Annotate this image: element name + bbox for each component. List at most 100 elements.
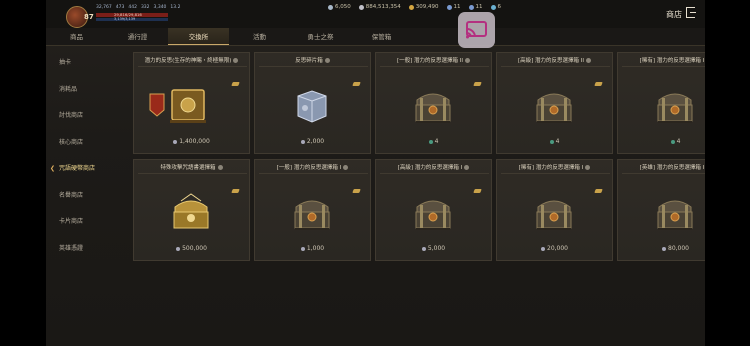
- currency-item: 884,513,354: [358, 4, 401, 10]
- item-title-text: [高級] 潛力的反思選擇箱 I: [397, 165, 463, 171]
- item-price: 4: [376, 138, 491, 145]
- price-value: 500,000: [182, 245, 207, 252]
- currency-bar: 6,050 884,513,354 309,490 11 11 6: [328, 4, 501, 10]
- divider: [138, 173, 247, 174]
- currency-value: 6,050: [335, 4, 351, 10]
- mp-bar: 3,139/3,139: [96, 17, 168, 21]
- currency-item: 11: [468, 4, 483, 10]
- info-icon[interactable]: [233, 58, 239, 63]
- info-icon[interactable]: [585, 165, 591, 170]
- shop-item-card[interactable]: 潛力的反思(生存的神賜・終極無限) 1,400,000: [133, 52, 250, 154]
- tab-products[interactable]: 商品: [46, 28, 107, 45]
- price-value: 4: [434, 138, 439, 145]
- currency-tag-icon: [231, 189, 240, 193]
- sidebar-item-hero-voucher[interactable]: 英雄憑證: [46, 236, 128, 263]
- chest-icon: [532, 86, 576, 126]
- chest-icon: [411, 86, 455, 126]
- divider: [259, 173, 368, 174]
- divider: [259, 66, 368, 67]
- shop-item-card[interactable]: 特殊攻擊咒語書選擇箱 500,000: [133, 159, 250, 261]
- info-icon[interactable]: [464, 165, 470, 170]
- sidebar-item-core-shop[interactable]: 核心商店: [46, 130, 128, 157]
- sidebar-item-spell-coin-shop[interactable]: 咒語硬幣商店: [46, 156, 128, 183]
- tab-exchange[interactable]: 交換所: [168, 28, 229, 45]
- gold-coin-icon: [408, 4, 414, 10]
- sidebar-item-gacha[interactable]: 抽卡: [46, 50, 128, 77]
- shop-title: 商店: [666, 10, 682, 19]
- tab-warrior-festival[interactable]: 勇士之祭: [290, 28, 351, 45]
- currency-item: 11: [446, 4, 461, 10]
- shop-item-card[interactable]: [高級] 潛力的反思選擇箱 II 4: [496, 52, 613, 154]
- price-value: 4: [676, 138, 681, 145]
- silver-coin-icon: [662, 246, 666, 251]
- shop-item-card[interactable]: [高級] 潛力的反思選擇箱 I 5,000: [375, 159, 492, 261]
- box-icon: [290, 86, 334, 126]
- currency-value: 11: [475, 4, 483, 10]
- item-title-text: [一般] 潛力的反思選擇箱 II: [396, 58, 464, 64]
- info-icon[interactable]: [343, 165, 349, 170]
- currency-tag-icon: [594, 189, 603, 193]
- price-value: 1,000: [306, 245, 325, 252]
- shop-tabs: 商品 通行證 交換所 活動 勇士之祭 保管箱: [46, 28, 705, 46]
- shop-item-card[interactable]: [英雄] 潛力的反思選擇箱 I 80,000: [617, 159, 705, 261]
- exit-icon[interactable]: [686, 7, 696, 18]
- item-price: 1,000: [255, 245, 370, 252]
- divider: [380, 66, 489, 67]
- item-price: 1,400,000: [134, 138, 249, 145]
- info-icon[interactable]: [217, 165, 223, 170]
- tab-storage[interactable]: 保管箱: [351, 28, 412, 45]
- info-icon[interactable]: [465, 58, 471, 63]
- stat-value: 13.2: [170, 5, 181, 10]
- item-title: [一般] 潛力的反思選擇箱 II: [376, 56, 491, 64]
- info-icon[interactable]: [586, 58, 592, 63]
- left-letterbox: [0, 0, 46, 346]
- item-title-text: [稀有] 潛力的反思選擇箱 I: [639, 58, 705, 64]
- item-title: [高級] 潛力的反思選擇箱 II: [497, 56, 612, 64]
- item-price: 4: [497, 138, 612, 145]
- shop-item-card[interactable]: [一般] 潛力的反思選擇箱 II 4: [375, 52, 492, 154]
- tab-pass[interactable]: 通行證: [107, 28, 168, 45]
- top-hud: 87 32,767 473 442 332 3,340 13.2 29,816/…: [46, 0, 705, 28]
- shop-item-card[interactable]: 反思碎片箱 2,000: [254, 52, 371, 154]
- item-price: 2,000: [255, 138, 370, 145]
- sidebar-item-conquest-shop[interactable]: 討伐商店: [46, 103, 128, 130]
- item-title-text: [一般] 潛力的反思選擇箱 I: [276, 165, 342, 171]
- stat-value: 3,340: [153, 5, 167, 10]
- silver-coin-icon: [358, 4, 364, 10]
- currency-value: 884,513,354: [365, 4, 401, 10]
- right-letterbox: [705, 0, 750, 346]
- sidebar-item-consumables[interactable]: 消耗品: [46, 77, 128, 104]
- tab-events[interactable]: 活動: [229, 28, 290, 45]
- gem-icon: [328, 4, 333, 10]
- book-icon: [148, 86, 212, 126]
- item-title: 特殊攻擊咒語書選擇箱: [134, 163, 249, 171]
- medal-icon: [490, 4, 496, 10]
- sidebar-item-honor-shop[interactable]: 名譽商店: [46, 183, 128, 210]
- item-title: [稀有] 潛力的反思選擇箱 I: [497, 163, 612, 171]
- info-icon[interactable]: [324, 58, 330, 63]
- stat-value: 473: [115, 5, 125, 10]
- currency-tag-icon: [352, 82, 361, 86]
- item-title: 潛力的反思(生存的神賜・終極無限): [134, 56, 249, 64]
- item-price: 20,000: [497, 245, 612, 252]
- chest-icon: [532, 193, 576, 233]
- currency-tag-icon: [473, 82, 482, 86]
- token-icon: [446, 4, 452, 10]
- chest-icon: [653, 193, 697, 233]
- cast-icon[interactable]: [458, 12, 495, 48]
- price-value: 2,000: [306, 138, 325, 145]
- token-icon: [468, 4, 474, 10]
- shop-item-card[interactable]: [稀有] 潛力的反思選擇箱 I 4: [617, 52, 705, 154]
- item-title: [稀有] 潛力的反思選擇箱 I: [618, 56, 705, 64]
- price-value: 4: [555, 138, 560, 145]
- stat-value: 332: [140, 5, 150, 10]
- stat-value: 32,767: [96, 5, 112, 10]
- price-value: 5,000: [427, 245, 446, 252]
- sidebar-item-card-shop[interactable]: 卡片商店: [46, 209, 128, 236]
- divider: [622, 66, 705, 67]
- item-title: 反思碎片箱: [255, 56, 370, 64]
- shop-item-card[interactable]: [稀有] 潛力的反思選擇箱 I 20,000: [496, 159, 613, 261]
- item-title: [英雄] 潛力的反思選擇箱 I: [618, 163, 705, 171]
- chest-icon: [411, 193, 455, 233]
- shop-item-card[interactable]: [一般] 潛力的反思選擇箱 I 1,000: [254, 159, 371, 261]
